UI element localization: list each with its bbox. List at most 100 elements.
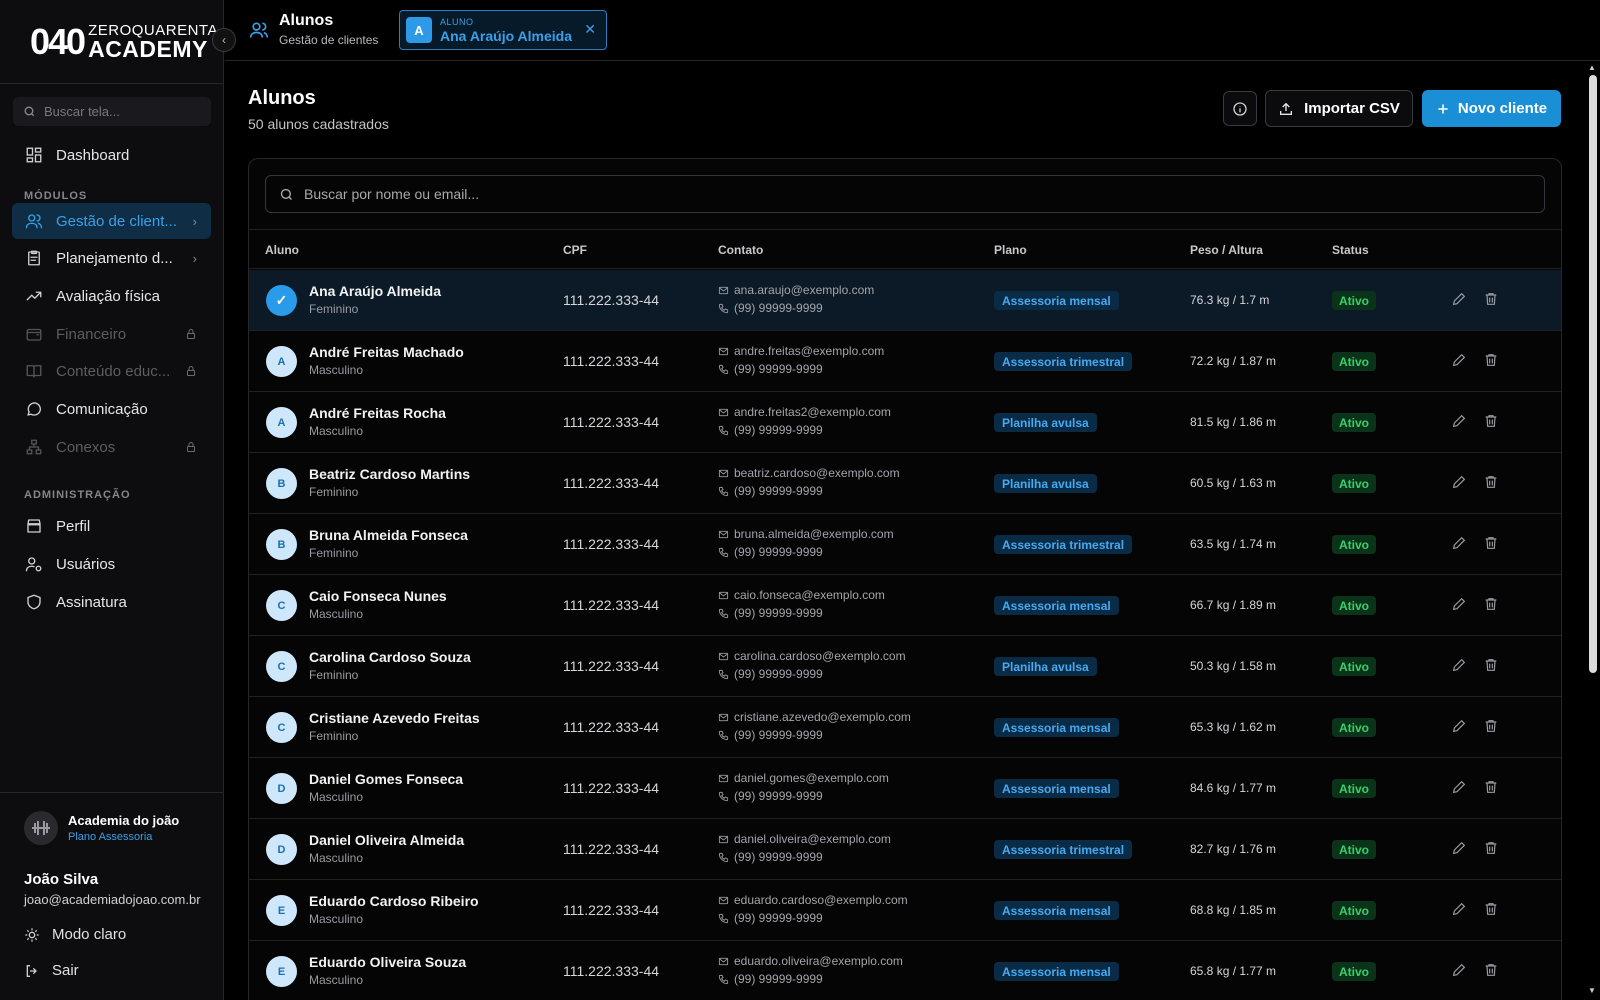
trash-icon[interactable] <box>1483 291 1499 307</box>
column-header-cpf[interactable]: CPF <box>563 243 587 257</box>
edit-icon[interactable] <box>1451 352 1467 368</box>
trash-icon[interactable] <box>1483 596 1499 612</box>
edit-icon[interactable] <box>1451 291 1467 307</box>
column-header-contato[interactable]: Contato <box>718 243 763 257</box>
trash-icon[interactable] <box>1483 413 1499 429</box>
trash-icon[interactable] <box>1483 840 1499 856</box>
phone-text: (99) 99999-9999 <box>734 972 823 986</box>
table-search-input[interactable] <box>304 186 1504 202</box>
student-name[interactable]: André Freitas Rocha <box>309 405 446 421</box>
scrollbar[interactable]: ▲ ▼ <box>1585 61 1600 1000</box>
edit-icon[interactable] <box>1451 718 1467 734</box>
scroll-down-icon[interactable]: ▼ <box>1588 986 1596 995</box>
student-name[interactable]: Eduardo Cardoso Ribeiro <box>309 893 479 909</box>
student-name[interactable]: Cristiane Azevedo Freitas <box>309 710 480 726</box>
student-name[interactable]: Eduardo Oliveira Souza <box>309 954 466 970</box>
sidebar-item-4[interactable]: Financeiro <box>12 316 211 352</box>
table-row[interactable]: E Eduardo Cardoso Ribeiro Masculino 111.222… <box>249 880 1561 941</box>
table-row[interactable]: A André Freitas Rocha Masculino 111.222.333… <box>249 392 1561 453</box>
sidebar-search <box>13 97 211 126</box>
student-name[interactable]: Daniel Oliveira Almeida <box>309 832 464 848</box>
student-avatar[interactable]: C <box>266 651 297 682</box>
trash-icon[interactable] <box>1483 962 1499 978</box>
trash-icon[interactable] <box>1483 901 1499 917</box>
sidebar-item-5[interactable]: Conteúdo educ... <box>12 353 211 389</box>
sidebar-item-7[interactable]: Conexos <box>12 429 211 465</box>
sidebar-admin-item-3[interactable]: Assinatura <box>12 584 211 620</box>
table-row[interactable]: C Caio Fonseca Nunes Masculino 111.222.333-… <box>249 575 1561 636</box>
edit-icon[interactable] <box>1451 596 1467 612</box>
student-avatar[interactable]: B <box>266 468 297 499</box>
selected-check-icon[interactable]: ✓ <box>266 285 297 316</box>
student-avatar[interactable]: C <box>266 590 297 621</box>
table-row[interactable]: D Daniel Gomes Fonseca Masculino 111.222.33… <box>249 758 1561 819</box>
sidebar-item-6[interactable]: Comunicação <box>12 391 211 427</box>
table-row[interactable]: B Beatriz Cardoso Martins Feminino 111.222.… <box>249 453 1561 514</box>
topbar-title: Alunos <box>279 12 334 29</box>
student-name[interactable]: Caio Fonseca Nunes <box>309 588 447 604</box>
column-header-status[interactable]: Status <box>1332 243 1369 257</box>
student-phone: (99) 99999-9999 <box>718 423 823 437</box>
scrollbar-thumb[interactable] <box>1589 75 1597 673</box>
edit-icon[interactable] <box>1451 962 1467 978</box>
table-row[interactable]: C Carolina Cardoso Souza Feminino 111.222.3… <box>249 636 1561 697</box>
new-client-button[interactable]: Novo cliente <box>1422 90 1561 127</box>
table-row[interactable]: C Cristiane Azevedo Freitas Feminino 111.22… <box>249 697 1561 758</box>
table-row[interactable]: B Bruna Almeida Fonseca Feminino 111.222.33… <box>249 514 1561 575</box>
student-avatar[interactable]: C <box>266 712 297 743</box>
trash-icon[interactable] <box>1483 352 1499 368</box>
table-row[interactable]: A André Freitas Machado Masculino 111.222.3… <box>249 331 1561 392</box>
column-header-peso-altura[interactable]: Peso / Altura <box>1190 243 1263 257</box>
column-header-aluno[interactable]: Aluno <box>265 243 299 257</box>
theme-toggle-button[interactable]: Modo claro <box>24 926 126 943</box>
trash-icon[interactable] <box>1483 779 1499 795</box>
edit-icon[interactable] <box>1451 779 1467 795</box>
edit-icon[interactable] <box>1451 474 1467 490</box>
trash-icon[interactable] <box>1483 718 1499 734</box>
student-avatar[interactable]: D <box>266 773 297 804</box>
student-avatar[interactable]: A <box>266 407 297 438</box>
student-name[interactable]: Daniel Gomes Fonseca <box>309 771 463 787</box>
student-name[interactable]: André Freitas Machado <box>309 344 464 360</box>
logout-button[interactable]: Sair <box>24 962 79 979</box>
student-avatar[interactable]: E <box>266 895 297 926</box>
student-cpf: 111.222.333-44 <box>563 414 660 430</box>
trash-icon[interactable] <box>1483 535 1499 551</box>
sidebar-admin-item-2[interactable]: Usuários <box>12 546 211 582</box>
edit-icon[interactable] <box>1451 901 1467 917</box>
organization-card[interactable]: Academia do joão Plano Assessoria <box>24 811 179 845</box>
sidebar-item-1[interactable]: Gestão de client... › <box>12 203 211 239</box>
open-student-tab[interactable]: A ALUNO Ana Araújo Almeida ✕ <box>399 10 607 50</box>
close-tab-icon[interactable]: ✕ <box>584 21 596 38</box>
sidebar-search-input[interactable] <box>44 104 194 119</box>
student-cpf: 111.222.333-44 <box>563 780 660 796</box>
student-avatar[interactable]: A <box>266 346 297 377</box>
student-name[interactable]: Ana Araújo Almeida <box>309 283 441 299</box>
student-name[interactable]: Carolina Cardoso Souza <box>309 649 471 665</box>
edit-icon[interactable] <box>1451 840 1467 856</box>
collapse-sidebar-button[interactable]: ‹ <box>212 28 236 52</box>
sidebar-item-dashboard[interactable]: Dashboard <box>12 137 211 173</box>
student-gender: Masculino <box>309 607 364 621</box>
column-header-plano[interactable]: Plano <box>994 243 1027 257</box>
student-name[interactable]: Beatriz Cardoso Martins <box>309 466 470 482</box>
student-avatar[interactable]: D <box>266 834 297 865</box>
sidebar-item-3[interactable]: Avaliação física <box>12 278 211 314</box>
sidebar-admin-item-1[interactable]: Perfil <box>12 508 211 544</box>
logo[interactable]: 040 ZEROQUARENTA ACADEMY <box>0 0 223 84</box>
scroll-up-icon[interactable]: ▲ <box>1588 63 1596 72</box>
edit-icon[interactable] <box>1451 413 1467 429</box>
trash-icon[interactable] <box>1483 474 1499 490</box>
student-name[interactable]: Bruna Almeida Fonseca <box>309 527 468 543</box>
table-row[interactable]: D Daniel Oliveira Almeida Masculino 111.222… <box>249 819 1561 880</box>
table-row[interactable]: ✓ Ana Araújo Almeida Feminino 111.222.333-4… <box>249 270 1561 331</box>
edit-icon[interactable] <box>1451 657 1467 673</box>
import-csv-button[interactable]: Importar CSV <box>1265 90 1413 127</box>
sidebar-item-2[interactable]: Planejamento d... › <box>12 240 211 276</box>
trash-icon[interactable] <box>1483 657 1499 673</box>
info-button[interactable] <box>1223 91 1257 126</box>
student-avatar[interactable]: B <box>266 529 297 560</box>
edit-icon[interactable] <box>1451 535 1467 551</box>
student-avatar[interactable]: E <box>266 956 297 987</box>
table-row[interactable]: E Eduardo Oliveira Souza Masculino 111.222.… <box>249 941 1561 1000</box>
